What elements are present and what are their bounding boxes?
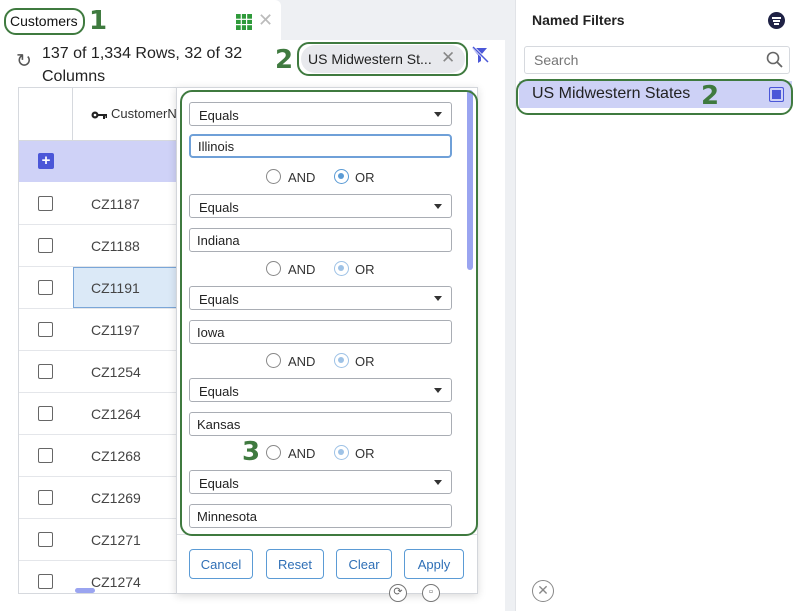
row-checkbox[interactable] — [38, 280, 53, 295]
table-row-selected[interactable]: CZ1191 — [19, 267, 199, 309]
window-edge — [797, 0, 810, 611]
grid-rows: CZ1187 CZ1188 CZ1191 CZ1197 CZ1254 CZ126… — [19, 183, 199, 593]
horizontal-scrollbar[interactable] — [75, 588, 95, 593]
search-icon[interactable] — [766, 51, 783, 68]
search-input[interactable] — [524, 46, 790, 74]
clear-filter-icon[interactable] — [470, 45, 490, 65]
row-checkbox[interactable] — [38, 406, 53, 421]
table-row[interactable]: CZ1269 — [19, 477, 199, 519]
row-checkbox[interactable] — [38, 490, 53, 505]
header-divider — [72, 88, 73, 140]
table-row[interactable]: CZ1274 — [19, 561, 199, 593]
annotation-number-2-right: 2 — [701, 81, 720, 111]
close-tab-icon[interactable]: ✕ — [258, 10, 273, 31]
cancel-button[interactable]: Cancel — [189, 549, 253, 579]
row-checkbox[interactable] — [38, 322, 53, 337]
menu-icon[interactable] — [768, 12, 785, 29]
row-checkbox[interactable] — [38, 364, 53, 379]
column-header-label: CustomerN — [111, 106, 177, 121]
cell-text: CZ1254 — [91, 364, 141, 380]
table-row[interactable]: CZ1188 — [19, 225, 199, 267]
annotation-box-conditions — [180, 90, 478, 536]
table-row[interactable]: CZ1187 — [19, 183, 199, 225]
close-panel-icon[interactable]: ✕ — [532, 580, 554, 602]
cell-text: CZ1264 — [91, 406, 141, 422]
annotation-number-3: 3 — [242, 437, 261, 467]
add-row-bar: + — [19, 141, 199, 182]
apply-button[interactable]: Apply — [404, 549, 464, 579]
table-row[interactable]: CZ1271 — [19, 519, 199, 561]
row-checkbox[interactable] — [38, 238, 53, 253]
table-row[interactable]: CZ1254 — [19, 351, 199, 393]
cell-text: CZ1274 — [91, 574, 141, 590]
cell-text: CZ1197 — [91, 322, 140, 338]
cell-text: CZ1271 — [91, 532, 141, 548]
row-checkbox[interactable] — [38, 448, 53, 463]
panel-title: Named Filters — [532, 12, 625, 28]
cell-text: CZ1187 — [91, 196, 140, 212]
cell-text: CZ1188 — [91, 238, 140, 254]
grid-view-icon[interactable] — [236, 14, 252, 30]
add-row-button[interactable]: + — [38, 153, 54, 169]
row-count-info: 137 of 1,334 Rows, 32 of 32 Columns — [42, 45, 243, 85]
annotation-number-1: 1 — [89, 6, 108, 36]
row-checkbox[interactable] — [38, 574, 53, 589]
data-grid: CustomerN + CZ1187 CZ1188 CZ1191 CZ1197 … — [18, 87, 199, 594]
key-icon — [91, 111, 107, 119]
annotation-box-named-filter — [516, 79, 793, 115]
column-header-customer[interactable]: CustomerN — [91, 106, 177, 121]
grid-header: CustomerN — [19, 88, 199, 141]
annotation-number-2-left: 2 — [275, 45, 294, 75]
cell-text: CZ1268 — [91, 448, 141, 464]
table-row[interactable]: CZ1197 — [19, 309, 199, 351]
annotation-box-tab — [4, 8, 85, 35]
table-row[interactable]: CZ1268 — [19, 435, 199, 477]
cell-text: CZ1269 — [91, 490, 141, 506]
sync-icon[interactable]: ⟳ — [389, 584, 407, 602]
picture-in-picture-icon[interactable]: ▫ — [422, 584, 440, 602]
refresh-icon[interactable]: ↻ — [16, 50, 32, 73]
table-row[interactable]: CZ1264 — [19, 393, 199, 435]
reset-button[interactable]: Reset — [266, 549, 324, 579]
row-checkbox[interactable] — [38, 532, 53, 547]
row-checkbox[interactable] — [38, 196, 53, 211]
cell-text: CZ1191 — [91, 280, 140, 296]
clear-button[interactable]: Clear — [336, 549, 392, 579]
annotation-box-chip — [297, 42, 468, 76]
